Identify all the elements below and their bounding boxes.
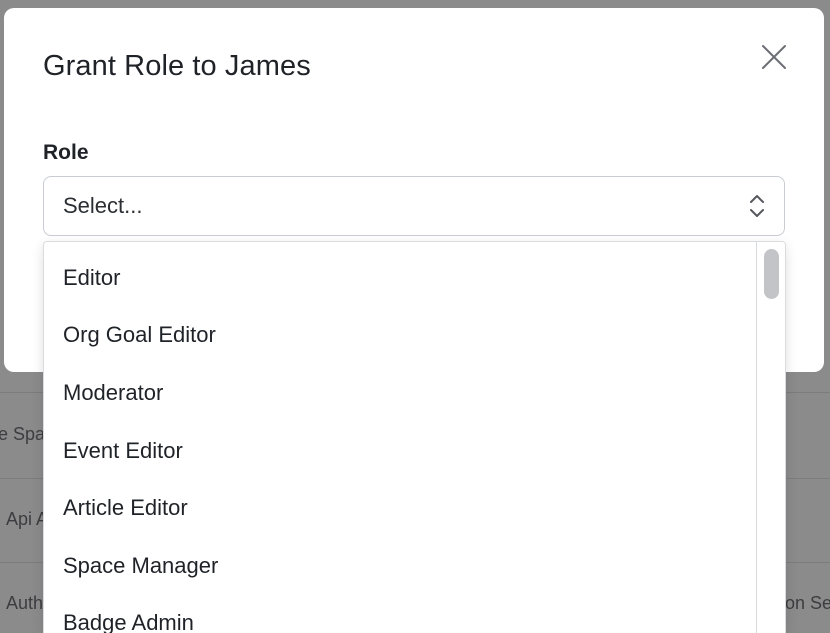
background-row-text: on Se xyxy=(785,593,830,613)
background-row-text: Auth xyxy=(6,593,44,613)
role-dropdown-menu: Editor Org Goal Editor Moderator Event E… xyxy=(43,241,786,633)
role-field-label: Role xyxy=(43,141,89,164)
dropdown-scrollbar-thumb[interactable] xyxy=(764,249,779,299)
role-option-event-editor[interactable]: Event Editor xyxy=(44,422,756,480)
chevron-up-down-icon xyxy=(750,195,764,217)
role-option-editor[interactable]: Editor xyxy=(44,249,756,307)
role-option-badge-admin[interactable]: Badge Admin xyxy=(44,595,756,633)
role-options-list: Editor Org Goal Editor Moderator Event E… xyxy=(44,242,756,633)
role-option-space-manager[interactable]: Space Manager xyxy=(44,537,756,595)
role-option-article-editor[interactable]: Article Editor xyxy=(44,479,756,537)
role-select-placeholder: Select... xyxy=(63,193,143,218)
role-option-org-goal-editor[interactable]: Org Goal Editor xyxy=(44,307,756,365)
role-select[interactable]: Select... xyxy=(43,176,785,236)
close-button[interactable] xyxy=(757,40,791,74)
background-row-text: e Spa xyxy=(0,424,46,444)
background-row-text: Api A xyxy=(6,509,49,529)
close-icon xyxy=(762,45,786,69)
role-option-moderator[interactable]: Moderator xyxy=(44,364,756,422)
dropdown-scrollbar[interactable] xyxy=(756,242,785,633)
modal-title: Grant Role to James xyxy=(43,50,311,82)
